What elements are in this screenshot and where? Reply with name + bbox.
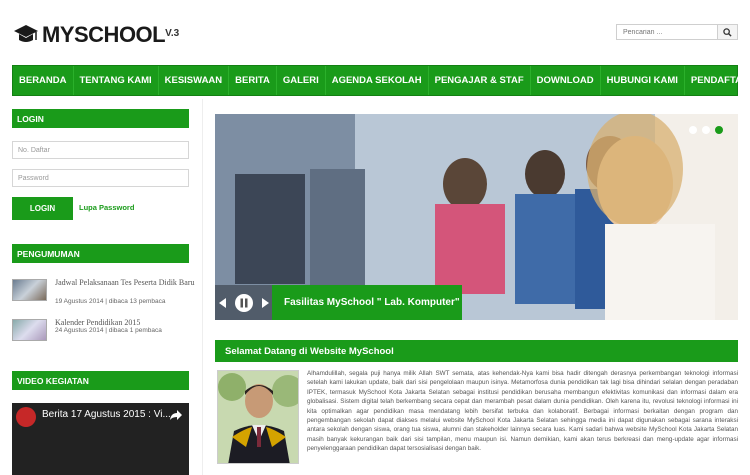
search-icon xyxy=(723,27,732,37)
video-heading: VIDEO KEGIATAN xyxy=(12,371,189,390)
share-icon[interactable] xyxy=(169,409,183,421)
nav-item-pendaftaran[interactable]: PENDAFTARAN xyxy=(685,66,750,95)
announcements-heading: PENGUMUMAN xyxy=(12,244,189,263)
announcement-thumbnail xyxy=(12,319,47,341)
site-logo[interactable]: MYSCHOOL V.3 xyxy=(12,20,179,50)
announcement-title[interactable]: Jadwal Pelaksanaan Tes Peserta Didik Bar… xyxy=(55,277,195,288)
username-field[interactable]: No. Daftar xyxy=(12,141,189,159)
nav-item-berita[interactable]: BERITA xyxy=(229,66,277,95)
nav-item-beranda[interactable]: BERANDA xyxy=(13,66,74,95)
slider-controls xyxy=(215,285,272,320)
nav-item-hubungi-kami[interactable]: HUBUNGI KAMI xyxy=(601,66,685,95)
nav-item-pengajar-staf[interactable]: PENGAJAR & STAF xyxy=(429,66,531,95)
nav-item-galeri[interactable]: GALERI xyxy=(277,66,326,95)
announcement-meta: 24 Agustus 2014 | dibaca 1 pembaca xyxy=(55,327,162,334)
slider-dot[interactable] xyxy=(702,126,710,134)
slider-dot[interactable] xyxy=(689,126,697,134)
nav-item-download[interactable]: DOWNLOAD xyxy=(531,66,601,95)
username-placeholder: No. Daftar xyxy=(18,146,50,154)
nav-item-agenda-sekolah[interactable]: AGENDA SEKOLAH xyxy=(326,66,429,95)
logo-version: V.3 xyxy=(165,27,180,39)
announcement-thumbnail xyxy=(12,279,47,301)
announcement-item[interactable]: Kalender Pendidikan 2015 24 Agustus 2014… xyxy=(12,317,192,341)
login-button[interactable]: LOGIN xyxy=(12,197,73,220)
channel-avatar xyxy=(16,407,36,427)
password-placeholder: Password xyxy=(18,174,49,182)
nav-item-kesiswaan[interactable]: KESISWAAN xyxy=(159,66,230,95)
graduation-cap-icon xyxy=(12,23,40,47)
nav-item-tentang-kami[interactable]: TENTANG KAMI xyxy=(74,66,159,95)
pause-icon[interactable] xyxy=(234,293,254,313)
announcement-item[interactable]: Jadwal Pelaksanaan Tes Peserta Didik Bar… xyxy=(12,277,195,307)
search-box xyxy=(616,24,738,40)
video-title: Berita 17 Agustus 2015 : Vi... xyxy=(42,409,171,420)
principal-photo xyxy=(217,370,299,464)
welcome-heading: Selamat Datang di Website MySchool xyxy=(215,340,738,362)
search-input[interactable] xyxy=(617,25,717,39)
welcome-body: Alhamdulillah, segala puji hanya milik A… xyxy=(307,370,738,453)
forgot-password-link[interactable]: Lupa Password xyxy=(79,203,134,212)
password-field[interactable]: Password xyxy=(12,169,189,187)
login-heading: LOGIN xyxy=(12,109,189,128)
logo-text: MYSCHOOL xyxy=(42,22,166,47)
main-nav: BERANDA TENTANG KAMI KESISWAAN BERITA GA… xyxy=(12,65,750,96)
slider-dots xyxy=(689,126,723,134)
slide-caption: Fasilitas MySchool " Lab. Komputer" xyxy=(272,285,462,320)
column-divider xyxy=(202,99,203,475)
search-button[interactable] xyxy=(717,25,737,39)
slider-dot-active[interactable] xyxy=(715,126,723,134)
next-arrow-icon[interactable] xyxy=(261,297,269,308)
hero-slider: Fasilitas MySchool " Lab. Komputer" xyxy=(215,114,738,320)
video-player[interactable]: Berita 17 Agustus 2015 : Vi... xyxy=(12,403,189,475)
announcement-meta: 19 Agustus 2014 | dibaca 13 pembaca xyxy=(55,298,166,305)
prev-arrow-icon[interactable] xyxy=(218,297,227,308)
